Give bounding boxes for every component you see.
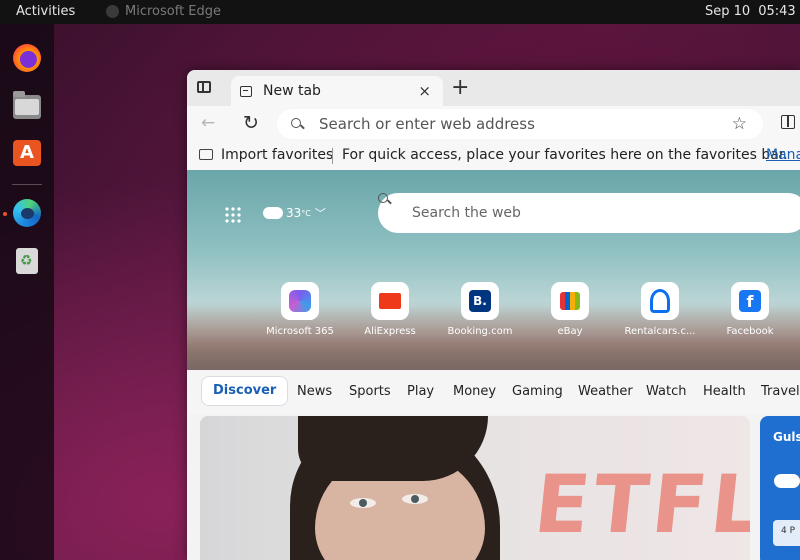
search-icon (291, 118, 305, 130)
import-favorites-button[interactable]: Import favorites (221, 147, 333, 163)
quick-links: Microsoft 365 AliExpress B. Booking.com … (187, 282, 800, 342)
edge-icon (13, 199, 41, 227)
quick-link-label: Booking.com (447, 326, 513, 337)
dock-separator (12, 184, 42, 185)
weather-card-city: Guls (773, 430, 800, 444)
dock: A (0, 24, 54, 560)
card-image-background-text: ETFL (530, 458, 750, 551)
clock-time: 05:43 (758, 4, 796, 19)
feed-tab-gaming[interactable]: Gaming (512, 384, 563, 399)
app-store-icon: A (13, 140, 41, 166)
card-image-eye (350, 498, 376, 508)
news-feed: ETFL Guls 4 P (187, 414, 800, 560)
quick-link-rentalcars[interactable]: Rentalcars.c... (615, 282, 705, 337)
weather-temp: 33 (286, 206, 302, 220)
refresh-icon[interactable]: ↻ (243, 112, 259, 134)
feed-tab-weather[interactable]: Weather (578, 384, 633, 399)
card-image-eye (402, 494, 428, 504)
browser-window: New tab × + ← ↻ Search or enter web addr… (187, 70, 800, 560)
feed-tab-discover[interactable]: Discover (201, 376, 289, 406)
web-search-placeholder: Search the web (412, 205, 521, 221)
dock-item-trash[interactable] (11, 245, 43, 277)
close-icon[interactable]: × (418, 82, 431, 100)
rentalcars-icon (650, 289, 670, 313)
app-menu[interactable]: Microsoft Edge (106, 4, 221, 19)
ebay-icon (560, 292, 580, 310)
feed-tab-watch[interactable]: Watch (646, 384, 686, 399)
app-launcher-icon[interactable] (224, 206, 242, 224)
weather-widget[interactable]: 33 °C ﹀ (260, 201, 326, 221)
feed-tab-sports[interactable]: Sports (349, 384, 391, 399)
quick-link-label: Rentalcars.c... (624, 326, 696, 337)
quick-link-microsoft-365[interactable]: Microsoft 365 (255, 282, 345, 337)
dock-item-edge[interactable] (11, 197, 43, 229)
partly-cloudy-icon (774, 466, 800, 488)
running-indicator (3, 212, 7, 216)
tab-new-tab[interactable]: New tab × (231, 76, 443, 106)
aliexpress-icon (379, 293, 401, 309)
files-icon (13, 91, 41, 119)
quick-link-label: Microsoft 365 (266, 326, 334, 337)
tab-strip: New tab × + (187, 70, 800, 106)
top-bar: Activities Microsoft Edge Sep 10 05:43 (0, 0, 800, 24)
firefox-icon (13, 44, 41, 72)
manage-favorites-link[interactable]: Manage (766, 147, 800, 163)
address-bar[interactable]: Search or enter web address ☆ (277, 109, 763, 139)
address-placeholder: Search or enter web address (319, 115, 535, 133)
quick-link-facebook[interactable]: f Facebook (705, 282, 795, 337)
new-tab-button[interactable]: + (451, 76, 469, 100)
new-tab-hero: 33 °C ﹀ Search the web Microsoft 365 Ali… (187, 170, 800, 370)
tab-actions-icon[interactable] (197, 81, 211, 93)
partly-cloudy-icon (260, 201, 283, 219)
quick-link-label: AliExpress (364, 326, 416, 337)
dock-item-software[interactable]: A (11, 136, 43, 168)
favorites-hint: For quick access, place your favorites h… (342, 147, 788, 163)
toolbar: ← ↻ Search or enter web address ☆ (187, 106, 800, 142)
quick-link-aliexpress[interactable]: AliExpress (345, 282, 435, 337)
feed-navigation: Discover News Sports Play Money Gaming W… (187, 370, 800, 414)
microsoft-365-icon (289, 290, 311, 312)
folder-icon (199, 149, 213, 160)
forecast-chip: 4 P (773, 520, 800, 546)
new-tab-page-icon (240, 85, 252, 97)
feed-tab-play[interactable]: Play (407, 384, 434, 399)
weather-unit: °C (301, 208, 311, 218)
quick-link-label: Facebook (726, 326, 774, 337)
booking-icon: B. (469, 290, 491, 312)
dock-item-firefox[interactable] (11, 42, 43, 74)
trash-icon (16, 248, 38, 274)
chevron-down-icon: ﹀ (314, 207, 326, 220)
feed-tab-money[interactable]: Money (453, 384, 496, 399)
divider (332, 148, 333, 164)
edge-icon (106, 5, 119, 18)
app-menu-label: Microsoft Edge (125, 4, 222, 19)
back-icon[interactable]: ← (201, 113, 215, 133)
tab-title: New tab (263, 83, 321, 99)
favorite-star-icon[interactable]: ☆ (732, 114, 747, 134)
quick-link-ebay[interactable]: eBay (525, 282, 615, 337)
feed-tab-travel[interactable]: Travel (761, 384, 800, 399)
clock[interactable]: Sep 10 05:43 (705, 4, 796, 19)
feed-tab-news[interactable]: News (297, 384, 332, 399)
dock-item-files[interactable] (11, 90, 43, 122)
clock-date: Sep 10 (705, 4, 751, 19)
web-search-box[interactable]: Search the web (378, 193, 800, 233)
split-screen-icon[interactable] (781, 115, 795, 129)
quick-link-booking[interactable]: B. Booking.com (435, 282, 525, 337)
featured-news-card[interactable]: ETFL (200, 416, 750, 560)
facebook-icon: f (739, 290, 761, 312)
quick-link-label: eBay (557, 326, 583, 337)
weather-card[interactable]: Guls 4 P (760, 416, 800, 560)
activities-button[interactable]: Activities (16, 4, 75, 19)
favorites-bar: Import favorites For quick access, place… (187, 142, 800, 170)
feed-tab-health[interactable]: Health (703, 384, 746, 399)
